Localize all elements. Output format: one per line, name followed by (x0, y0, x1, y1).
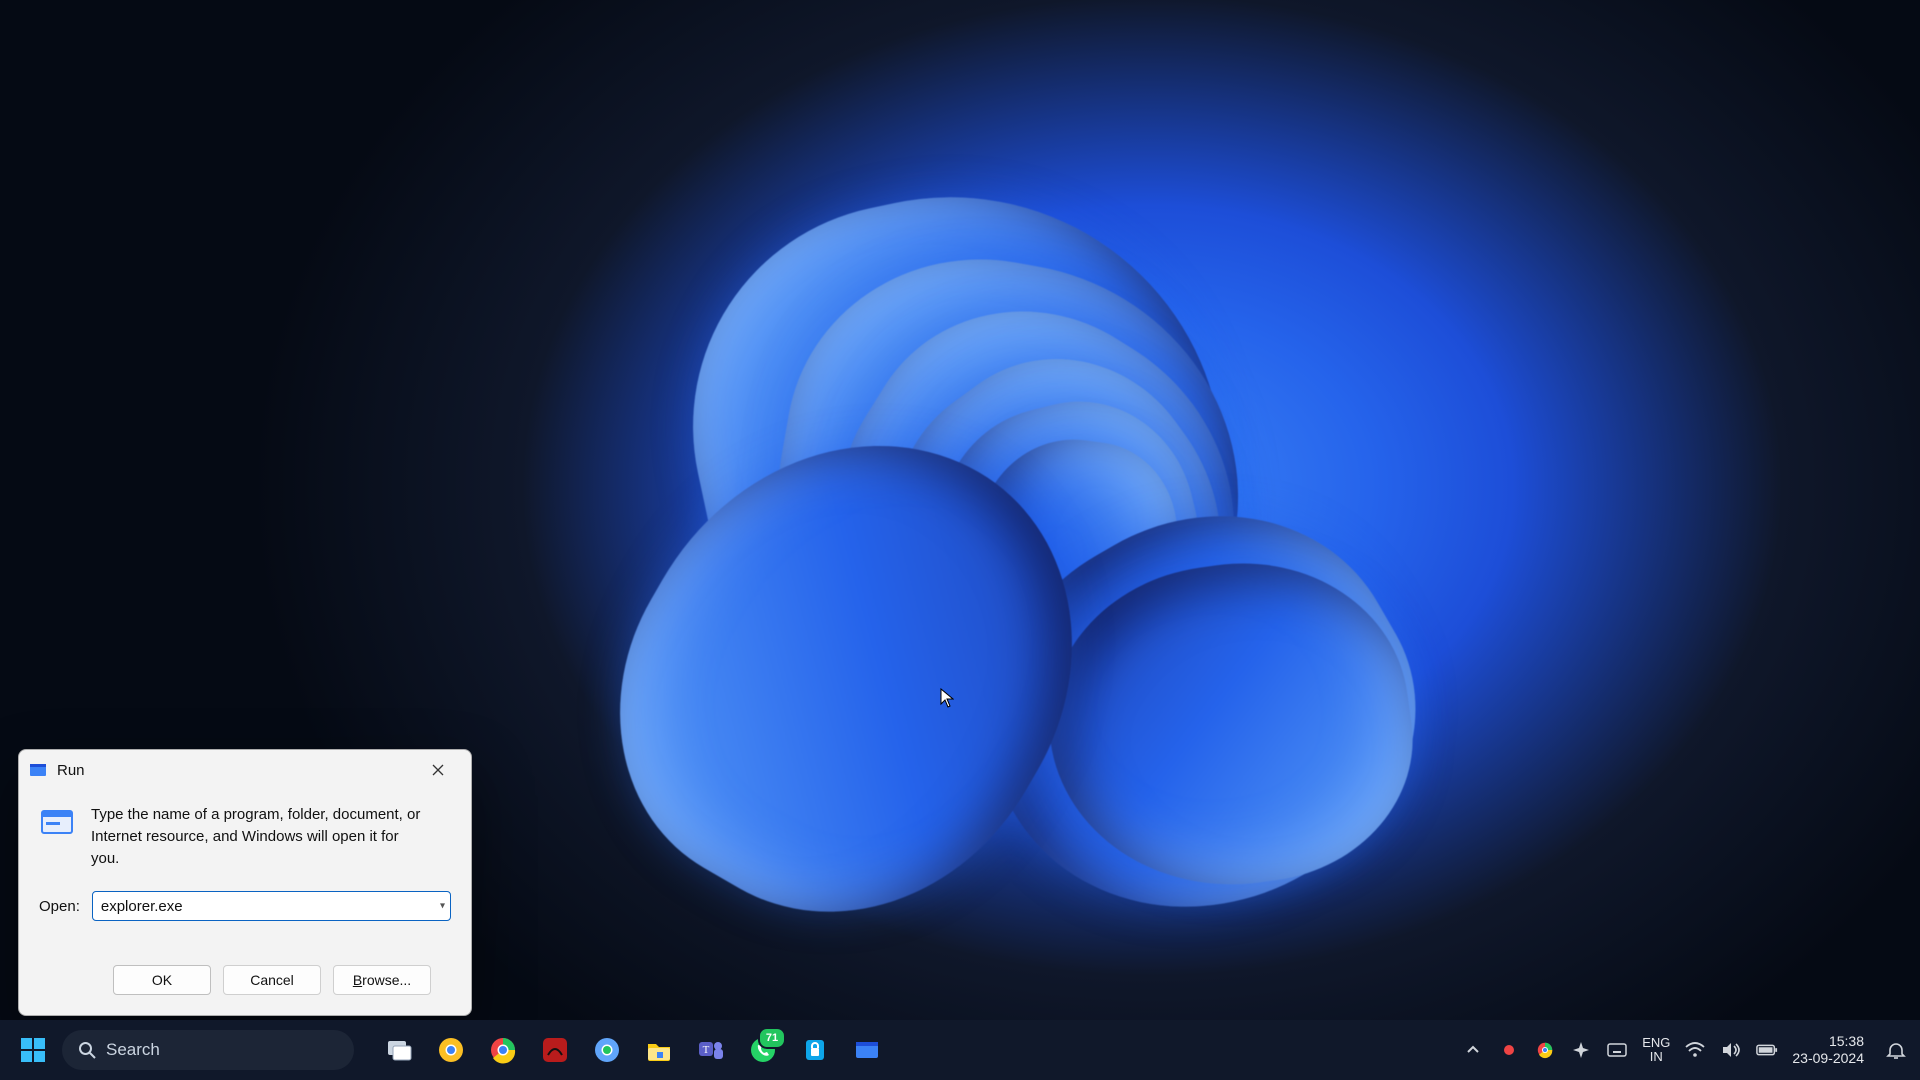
open-label: Open: (39, 898, 80, 915)
speaker-icon (1721, 1042, 1741, 1058)
notifications-button[interactable] (1882, 1036, 1910, 1064)
taskbar-app-run[interactable] (846, 1029, 888, 1071)
close-button[interactable] (415, 755, 461, 785)
start-button[interactable] (10, 1027, 56, 1073)
whatsapp-badge: 71 (758, 1027, 786, 1049)
mouse-cursor-icon (940, 688, 954, 708)
taskbar-app-teams[interactable]: T (690, 1029, 732, 1071)
run-titlebar-icon (29, 761, 47, 779)
folder-icon (644, 1035, 674, 1065)
taskbar-app-red[interactable] (534, 1029, 576, 1071)
cancel-button[interactable]: Cancel (223, 965, 321, 995)
chrome-icon (488, 1035, 518, 1065)
bell-icon (1886, 1040, 1906, 1060)
taskbar-search[interactable]: Search (62, 1030, 354, 1070)
red-app-icon (540, 1035, 570, 1065)
taskbar-apps: T 71 (378, 1029, 888, 1071)
windows-logo-icon (19, 1036, 47, 1064)
tray-overflow-button[interactable] (1462, 1039, 1484, 1061)
lang-primary: ENG (1642, 1036, 1670, 1050)
run-titlebar[interactable]: Run (19, 750, 471, 790)
close-icon (432, 764, 444, 776)
run-title-label: Run (57, 762, 85, 779)
run-body-icon (39, 804, 75, 840)
task-view-icon (384, 1035, 414, 1065)
tray-keyboard-icon[interactable] (1606, 1039, 1628, 1061)
language-indicator[interactable]: ENG IN (1642, 1036, 1670, 1065)
taskbar-app-task-view[interactable] (378, 1029, 420, 1071)
record-icon (1502, 1043, 1516, 1057)
search-placeholder: Search (106, 1040, 160, 1060)
taskbar-app-file-explorer[interactable] (638, 1029, 680, 1071)
tray-battery-icon[interactable] (1756, 1039, 1778, 1061)
tray-wifi-icon[interactable] (1684, 1039, 1706, 1061)
chevron-up-icon (1466, 1043, 1480, 1057)
chrome-canary-icon (436, 1035, 466, 1065)
chrome-beta-icon (592, 1035, 622, 1065)
clock-date: 23-09-2024 (1792, 1050, 1864, 1068)
tray-recording-icon[interactable] (1498, 1039, 1520, 1061)
search-icon (78, 1041, 96, 1059)
battery-icon (1756, 1043, 1778, 1057)
sparkle-icon (1572, 1041, 1590, 1059)
run-window-icon (852, 1035, 882, 1065)
taskbar-clock[interactable]: 15:38 23-09-2024 (1792, 1033, 1864, 1068)
wifi-icon (1685, 1042, 1705, 1058)
chrome-small-icon (1536, 1041, 1554, 1059)
run-description: Type the name of a program, folder, docu… (91, 804, 431, 869)
system-tray: ENG IN 15:38 23-09-2024 (1462, 1033, 1910, 1068)
browse-button[interactable]: Browse... (333, 965, 431, 995)
ok-button[interactable]: OK (113, 965, 211, 995)
open-combobox[interactable]: ▾ (92, 891, 451, 921)
taskbar: Search (0, 1020, 1920, 1080)
svg-text:T: T (703, 1044, 710, 1056)
taskbar-app-chrome[interactable] (482, 1029, 524, 1071)
open-input[interactable] (92, 891, 451, 921)
lang-secondary: IN (1650, 1050, 1663, 1064)
clock-time: 15:38 (1829, 1033, 1864, 1051)
tray-chrome-icon[interactable] (1534, 1039, 1556, 1061)
run-dialog: Run Type the name of a program, folder, … (18, 749, 472, 1016)
wallpaper-bloom (410, 45, 1510, 945)
taskbar-app-whatsapp[interactable]: 71 (742, 1029, 784, 1071)
taskbar-app-chrome-beta[interactable] (586, 1029, 628, 1071)
taskbar-app-chrome-canary[interactable] (430, 1029, 472, 1071)
lock-app-icon (800, 1035, 830, 1065)
taskbar-app-lock[interactable] (794, 1029, 836, 1071)
teams-icon: T (696, 1035, 726, 1065)
tray-copilot-icon[interactable] (1570, 1039, 1592, 1061)
tray-volume-icon[interactable] (1720, 1039, 1742, 1061)
keyboard-icon (1607, 1043, 1627, 1057)
